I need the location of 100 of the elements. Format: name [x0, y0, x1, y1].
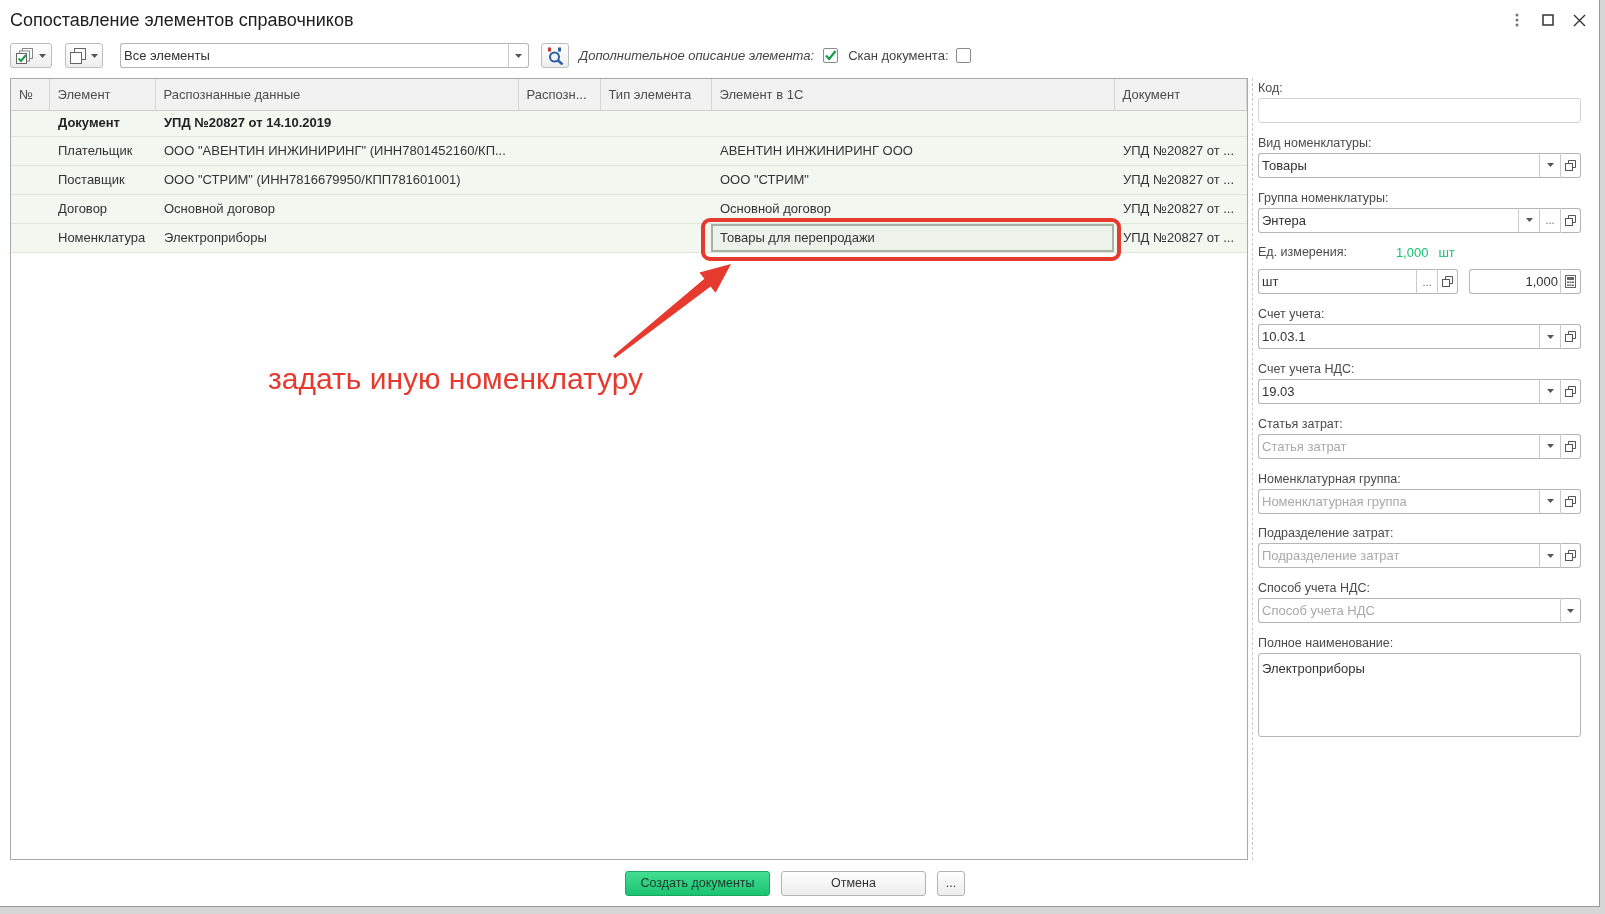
- field-label: Код:: [1258, 80, 1283, 97]
- dropdown-button[interactable]: [1539, 324, 1560, 350]
- caret-icon[interactable]: [91, 53, 98, 58]
- windows-icon: [70, 47, 86, 64]
- open-icon[interactable]: [1565, 440, 1576, 452]
- choice-button[interactable]: ...: [1416, 269, 1437, 295]
- dropdown-button[interactable]: [1539, 379, 1560, 404]
- cancel-button[interactable]: Отмена: [781, 871, 926, 896]
- open-button[interactable]: [1560, 152, 1581, 178]
- checklist-menu-button[interactable]: [10, 43, 52, 68]
- field-label: Вид номенклатуры:: [1258, 134, 1372, 152]
- table-cell[interactable]: ООО "СТРИМ": [711, 165, 1114, 194]
- ratio-text: 1,000: [1395, 244, 1429, 262]
- open-button[interactable]: [1560, 379, 1581, 404]
- table-cell: Договор: [49, 194, 155, 223]
- caret-icon[interactable]: [1546, 553, 1554, 558]
- field-label: Счет учета:: [1258, 306, 1325, 324]
- combo-field[interactable]: Статья затрат: [1258, 433, 1539, 459]
- unit-text: шт: [1438, 244, 1455, 262]
- column-header[interactable]: Распозн...: [518, 79, 600, 110]
- choice-button[interactable]: ...: [1539, 207, 1560, 233]
- column-header[interactable]: Элемент в 1С: [711, 79, 1114, 110]
- annotation-text: задать иную номенклатуру: [268, 361, 644, 397]
- dropdown-button[interactable]: [1518, 207, 1539, 233]
- combo-field[interactable]: 19.03: [1258, 379, 1539, 404]
- field-label: Статья затрат:: [1258, 415, 1343, 433]
- open-icon[interactable]: [1565, 550, 1576, 562]
- field-label: Номенклатурная группа:: [1258, 470, 1401, 488]
- open-button[interactable]: [1437, 269, 1458, 295]
- more-button[interactable]: ...: [937, 871, 965, 896]
- field-label: Счет учета НДС:: [1258, 361, 1355, 378]
- search-button[interactable]: [541, 43, 569, 68]
- caret-icon[interactable]: [1546, 334, 1554, 339]
- open-button[interactable]: [1560, 324, 1581, 350]
- unit-field[interactable]: шт: [1258, 269, 1416, 295]
- open-icon[interactable]: [1565, 386, 1576, 397]
- open-button[interactable]: [1560, 433, 1581, 459]
- calculator-button[interactable]: [1560, 269, 1581, 295]
- open-icon[interactable]: [1565, 495, 1576, 507]
- column-header[interactable]: Распознанные данные: [155, 79, 518, 110]
- dropdown-button[interactable]: [1539, 152, 1560, 178]
- table-cell: УПД №20827 от ...: [1114, 194, 1247, 223]
- window-title: Сопоставление элементов справочников: [10, 8, 354, 32]
- windows-menu-button[interactable]: [65, 43, 103, 68]
- dropdown-button[interactable]: [1560, 598, 1581, 624]
- open-icon[interactable]: [1565, 159, 1576, 171]
- checkbox[interactable]: [955, 48, 971, 63]
- column-header[interactable]: Элемент: [49, 79, 155, 110]
- calculator-icon[interactable]: [1565, 275, 1576, 289]
- combo-field[interactable]: Способ учета НДС: [1258, 598, 1560, 624]
- dropdown-button[interactable]: [508, 43, 529, 68]
- field-label: Подразделение затрат:: [1258, 525, 1394, 543]
- checkbox[interactable]: [823, 48, 839, 63]
- table-cell: Электроприборы: [155, 223, 518, 252]
- filter-select[interactable]: Все элементы: [120, 43, 508, 68]
- table-cell[interactable]: Товары для перепродажи: [711, 223, 1114, 252]
- table-cell: УПД №20827 от ...: [1114, 165, 1247, 194]
- combo-field[interactable]: Товары: [1258, 152, 1539, 178]
- open-button[interactable]: [1560, 543, 1581, 569]
- caret-icon[interactable]: [515, 53, 522, 58]
- caret-icon[interactable]: [1546, 499, 1554, 504]
- dropdown-button[interactable]: [1539, 488, 1560, 514]
- table-cell: Поставщик: [49, 165, 155, 194]
- create-documents-button[interactable]: Создать документы: [625, 871, 770, 896]
- column-header[interactable]: Документ: [1114, 79, 1247, 110]
- dropdown-button[interactable]: [1539, 543, 1560, 569]
- field-label: Полное наименование:: [1258, 634, 1394, 652]
- caret-icon[interactable]: [1525, 218, 1533, 223]
- column-header[interactable]: Тип элемента: [600, 79, 711, 110]
- table-cell: Документ: [49, 110, 155, 136]
- search-icon: [546, 46, 564, 65]
- close-icon[interactable]: [1573, 13, 1586, 27]
- open-button[interactable]: [1560, 488, 1581, 514]
- caret-icon[interactable]: [1546, 389, 1554, 394]
- more-icon[interactable]: [1515, 13, 1519, 27]
- memo-field[interactable]: Электроприборы: [1258, 652, 1581, 737]
- table-cell: Плательщик: [49, 136, 155, 165]
- combo-field[interactable]: Подразделение затрат: [1258, 543, 1539, 569]
- caret-icon[interactable]: [39, 53, 46, 58]
- dropdown-button[interactable]: [1539, 433, 1560, 459]
- combo-field[interactable]: Номенклатурная группа: [1258, 488, 1539, 514]
- column-header[interactable]: №: [11, 79, 49, 110]
- table-cell: УПД №20827 от 14.10.2019: [155, 110, 518, 136]
- caret-icon[interactable]: [1567, 608, 1574, 613]
- open-icon[interactable]: [1565, 214, 1576, 226]
- table-cell[interactable]: АВЕНТИН ИНЖИНИРИНГ ООО: [711, 136, 1114, 165]
- open-button[interactable]: [1560, 207, 1581, 233]
- maximize-icon[interactable]: [1542, 14, 1554, 26]
- field-label: Группа номенклатуры:: [1258, 189, 1389, 207]
- option-label: Дополнительное описание элемента:: [579, 46, 815, 65]
- open-icon[interactable]: [1565, 331, 1576, 343]
- caret-icon[interactable]: [1546, 444, 1554, 449]
- open-icon[interactable]: [1442, 276, 1453, 288]
- table-cell: УПД №20827 от ...: [1114, 223, 1247, 252]
- text-field[interactable]: [1258, 98, 1581, 123]
- quantity-field[interactable]: 1,000: [1469, 269, 1560, 295]
- table-cell: УПД №20827 от ...: [1114, 136, 1247, 165]
- caret-icon[interactable]: [1546, 163, 1554, 168]
- combo-field[interactable]: 10.03.1: [1258, 324, 1539, 350]
- combo-field[interactable]: Энтера: [1258, 207, 1518, 233]
